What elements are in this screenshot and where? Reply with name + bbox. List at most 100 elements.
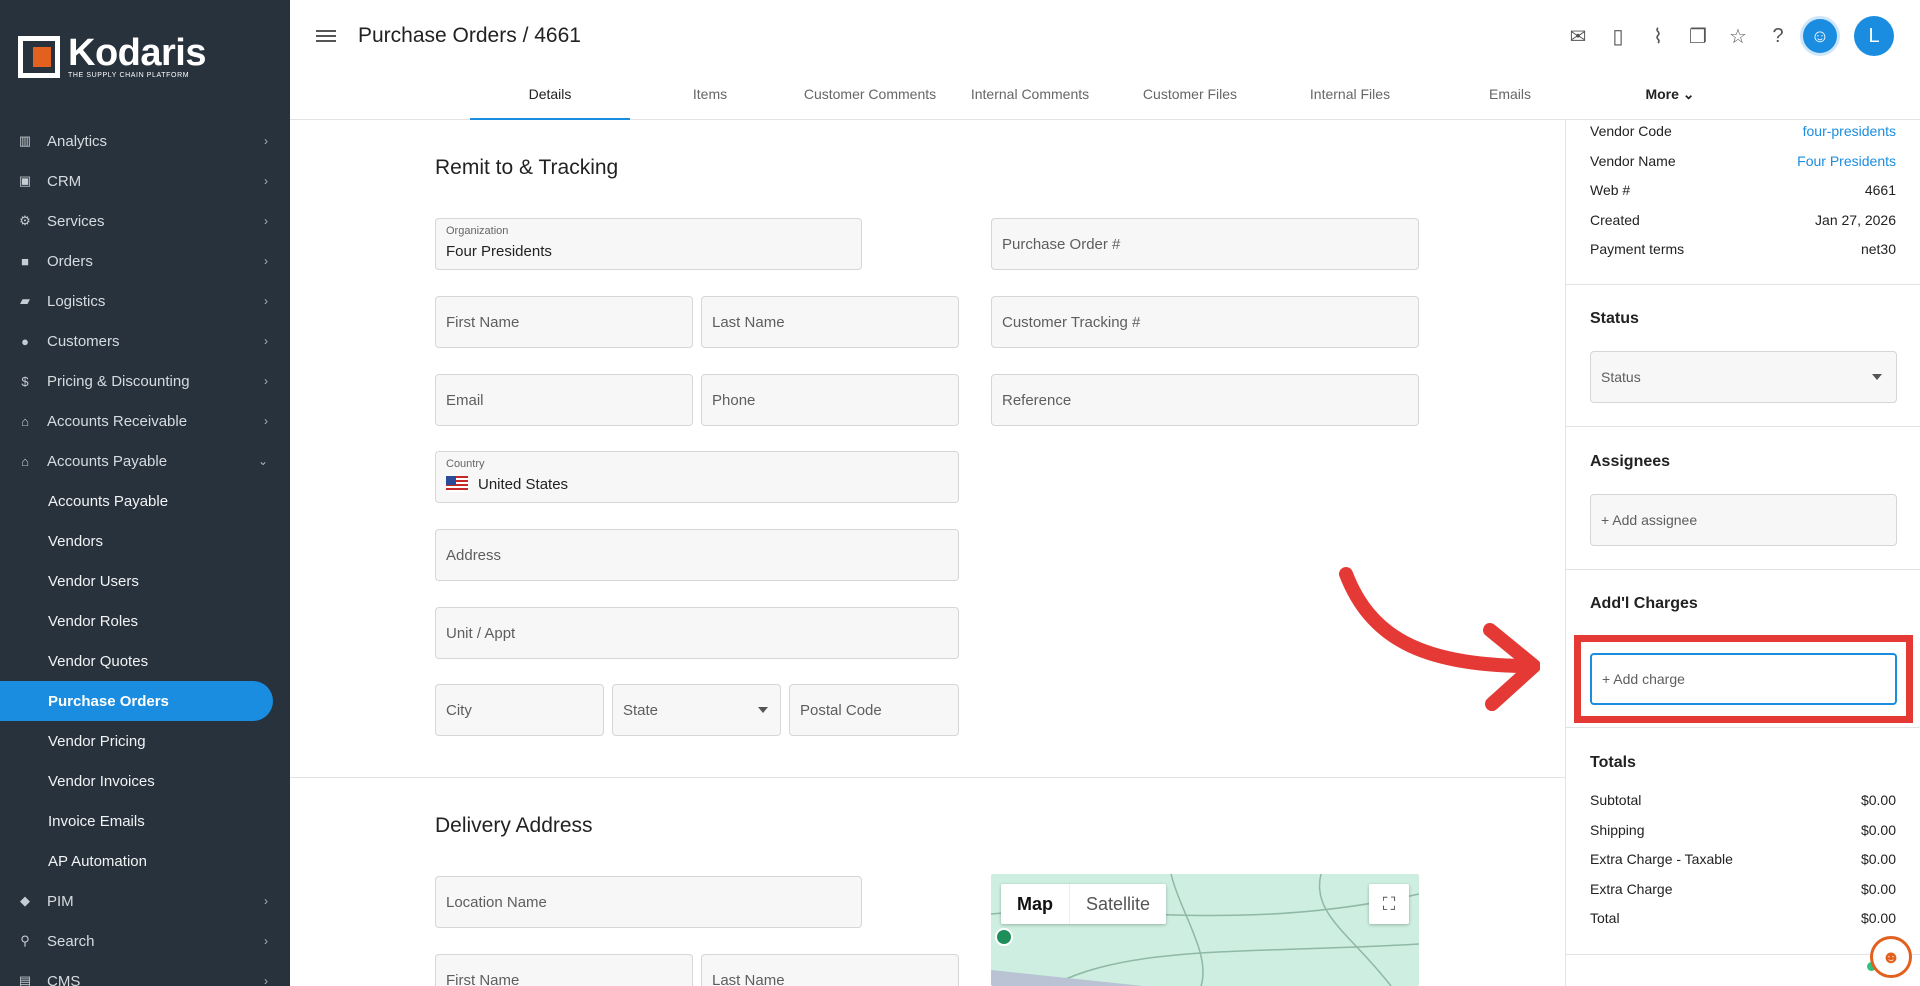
sidebar-item-pricing[interactable]: $ Pricing & Discounting › — [0, 361, 290, 401]
info-row-created: Created Jan 27, 2026 — [1590, 212, 1896, 232]
sidebar-item-label: CRM — [47, 172, 82, 190]
fullscreen-icon[interactable]: ⛶ — [1369, 884, 1409, 924]
organization-field[interactable]: Organization Four Presidents — [435, 218, 862, 270]
info-value: 4661 — [1864, 182, 1896, 198]
tab-more[interactable]: More ⌄ — [1590, 80, 1750, 120]
sidebar-item-label: Accounts Receivable — [47, 412, 188, 430]
sidebar-item-accounts-receivable[interactable]: ⌂ Accounts Receivable › — [0, 401, 290, 441]
email-field[interactable]: Email — [435, 374, 693, 426]
sidebar-item-orders[interactable]: ■ Orders › — [0, 241, 290, 281]
postal-code-field[interactable]: Postal Code — [789, 684, 959, 736]
tab-customer-comments[interactable]: Customer Comments — [790, 80, 950, 120]
reference-field[interactable]: Reference — [991, 374, 1419, 426]
tab-customer-files[interactable]: Customer Files — [1110, 80, 1270, 120]
tab-details[interactable]: Details — [470, 80, 630, 120]
tab-internal-comments[interactable]: Internal Comments — [950, 80, 1110, 120]
new-document-icon[interactable]: ▯ — [1598, 16, 1638, 56]
tab-items[interactable]: Items — [630, 80, 790, 120]
map-view-button[interactable]: Map — [1001, 884, 1069, 924]
dollar-icon: $ — [21, 373, 29, 389]
bank-icon: ⌂ — [21, 413, 29, 429]
search-icon: ⚲ — [20, 933, 30, 948]
info-value: net30 — [1860, 241, 1896, 257]
unit-field[interactable]: Unit / Appt — [435, 607, 959, 659]
totals-key: Total — [1590, 910, 1620, 926]
robot-assistant-icon[interactable]: ☺ — [1800, 16, 1840, 56]
sidebar-subitem-ap-automation[interactable]: AP Automation — [0, 841, 290, 881]
paperclip-icon[interactable]: ⌇ — [1638, 16, 1678, 56]
panel-divider — [1566, 954, 1920, 955]
sidebar-item-search[interactable]: ⚲ Search › — [0, 921, 290, 961]
sidebar-item-services[interactable]: ⚙ Services › — [0, 201, 290, 241]
delivery-first-name-field[interactable]: First Name — [435, 954, 693, 986]
sidebar-item-pim[interactable]: ◆ PIM › — [0, 881, 290, 921]
satellite-view-button[interactable]: Satellite — [1069, 884, 1166, 924]
chevron-right-icon: › — [264, 254, 268, 268]
tab-internal-files[interactable]: Internal Files — [1270, 80, 1430, 120]
totals-row-extra-charge-taxable: Extra Charge - Taxable $0.00 — [1590, 851, 1896, 871]
sidebar-subitem-accounts-payable[interactable]: Accounts Payable — [0, 481, 290, 521]
status-select[interactable]: Status — [1590, 351, 1897, 403]
sidebar-subitem-vendor-pricing[interactable]: Vendor Pricing — [0, 721, 290, 761]
sidebar-item-crm[interactable]: ▣ CRM › — [0, 161, 290, 201]
star-icon[interactable]: ☆ — [1718, 16, 1758, 56]
kodaris-logo-icon — [18, 36, 60, 78]
us-flag-icon — [446, 476, 468, 492]
gears-icon: ⚙ — [19, 213, 31, 228]
sidebar-subitem-vendor-quotes[interactable]: Vendor Quotes — [0, 641, 290, 681]
address-field[interactable]: Address — [435, 529, 959, 581]
sidebar-item-customers[interactable]: ● Customers › — [0, 321, 290, 361]
panel-divider — [1566, 569, 1920, 570]
kodaris-logo[interactable]: Kodaris THE SUPPLY CHAIN PLATFORM — [18, 34, 206, 80]
caret-down-icon — [1872, 374, 1882, 380]
sidebar-subitem-vendor-roles[interactable]: Vendor Roles — [0, 601, 290, 641]
totals-key: Extra Charge - Taxable — [1590, 851, 1733, 867]
sidebar-item-analytics[interactable]: ▥ Analytics › — [0, 121, 290, 161]
hamburger-menu-icon[interactable] — [316, 27, 336, 47]
sidebar-subitem-purchase-orders[interactable]: Purchase Orders — [0, 681, 273, 721]
delivery-map[interactable]: Map Satellite ⛶ — [991, 874, 1419, 986]
tab-emails[interactable]: Emails — [1430, 80, 1590, 120]
sidebar-subitem-invoice-emails[interactable]: Invoice Emails — [0, 801, 290, 841]
vendor-name-link[interactable]: Four Presidents — [1797, 153, 1896, 173]
delivery-last-name-field[interactable]: Last Name — [701, 954, 959, 986]
sidebar-item-label: CMS — [47, 972, 81, 986]
tag-icon: ◆ — [20, 893, 30, 908]
chevron-down-icon: ⌄ — [257, 454, 268, 468]
add-assignee-field[interactable]: + Add assignee — [1590, 494, 1897, 546]
chevron-right-icon: › — [264, 174, 268, 188]
city-field[interactable]: City — [435, 684, 604, 736]
assignees-title: Assignees — [1590, 453, 1671, 470]
chat-support-icon[interactable]: ☻ — [1870, 936, 1912, 978]
sidebar-subitem-vendors[interactable]: Vendors — [0, 521, 290, 561]
copy-icon[interactable]: ❐ — [1678, 16, 1718, 56]
email-icon[interactable]: ✉ — [1558, 16, 1598, 56]
vendor-code-link[interactable]: four-presidents — [1803, 123, 1896, 143]
main-content: Remit to & Tracking Organization Four Pr… — [290, 120, 1565, 986]
last-name-field[interactable]: Last Name — [701, 296, 959, 348]
sidebar-item-logistics[interactable]: ▰ Logistics › — [0, 281, 290, 321]
status-title: Status — [1590, 310, 1639, 327]
first-name-field[interactable]: First Name — [435, 296, 693, 348]
country-label: Country — [446, 458, 485, 470]
sidebar-subitem-vendor-invoices[interactable]: Vendor Invoices — [0, 761, 290, 801]
country-field[interactable]: Country United States — [435, 451, 959, 503]
sidebar-nav: ▥ Analytics › ▣ CRM › ⚙ Services › ■ Ord… — [0, 121, 290, 986]
avatar[interactable]: L — [1854, 16, 1894, 56]
info-row-vendor-code: Vendor Code four-presidents — [1590, 123, 1896, 143]
panel-divider — [1566, 284, 1920, 285]
sidebar-subitem-vendor-users[interactable]: Vendor Users — [0, 561, 290, 601]
panel-divider — [1566, 727, 1920, 728]
location-name-field[interactable]: Location Name — [435, 876, 862, 928]
sidebar-item-label: Search — [47, 932, 95, 950]
sidebar-item-accounts-payable[interactable]: ⌂ Accounts Payable ⌄ — [0, 441, 290, 481]
sidebar-item-cms[interactable]: ▤ CMS › — [0, 961, 290, 986]
customer-tracking-field[interactable]: Customer Tracking # — [991, 296, 1419, 348]
map-pin-icon[interactable] — [995, 928, 1013, 946]
state-select[interactable]: State — [612, 684, 781, 736]
sidebar-item-label: Pricing & Discounting — [47, 372, 190, 390]
help-icon[interactable]: ? — [1758, 16, 1798, 56]
info-key: Vendor Name — [1590, 153, 1676, 169]
phone-field[interactable]: Phone — [701, 374, 959, 426]
purchase-order-number-field[interactable]: Purchase Order # — [991, 218, 1419, 270]
